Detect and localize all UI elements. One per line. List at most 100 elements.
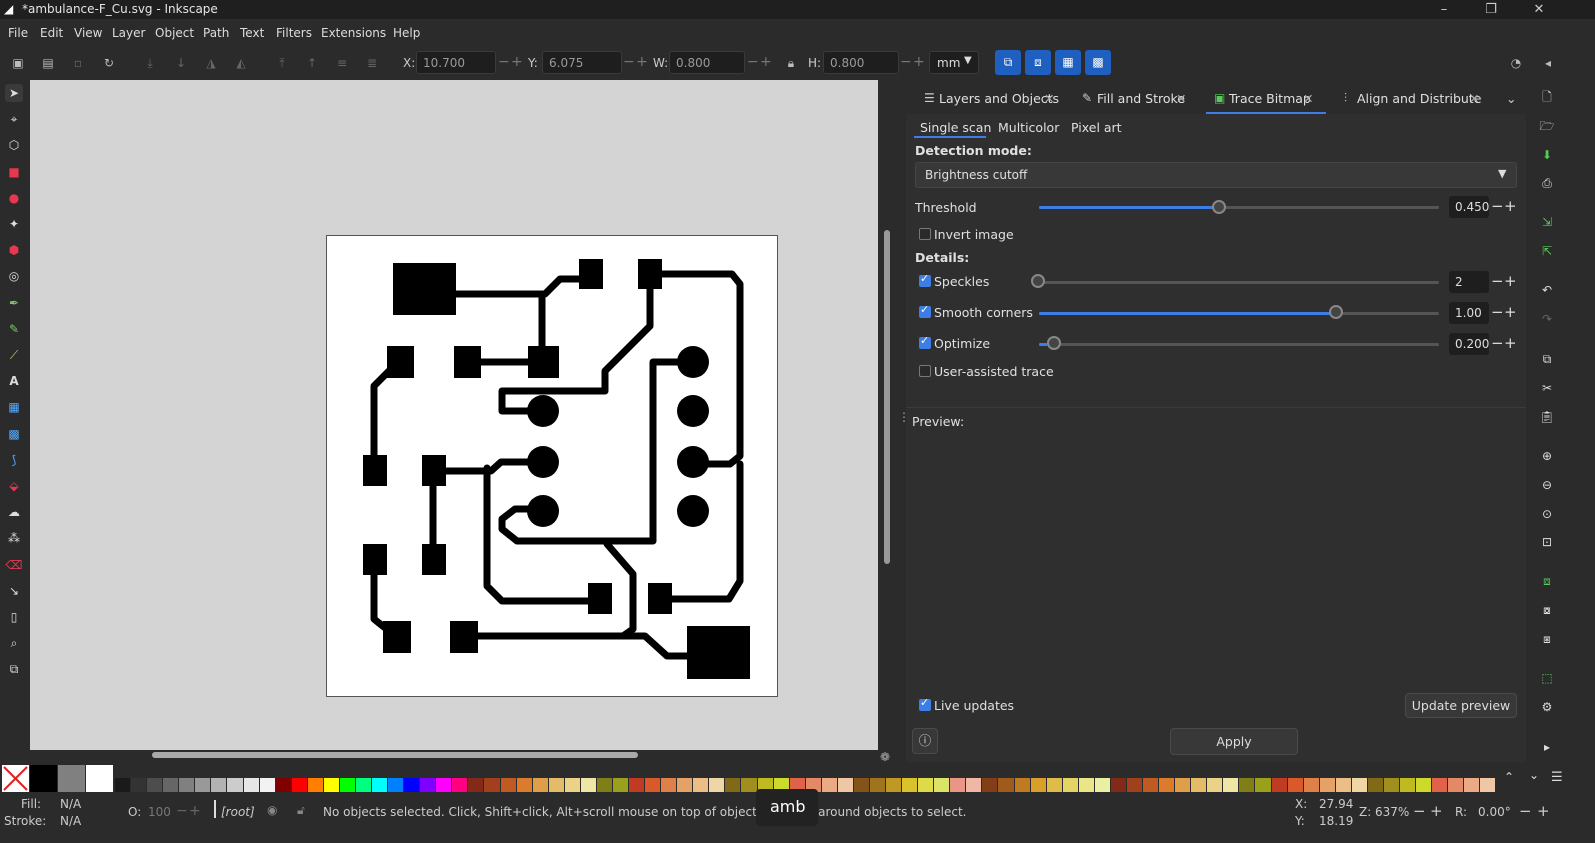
- color-swatch[interactable]: [420, 778, 437, 792]
- update-preview-button[interactable]: Update preview: [1405, 693, 1517, 718]
- threshold-decrement[interactable]: −: [1491, 197, 1504, 215]
- snap-icon[interactable]: ◔: [1508, 55, 1524, 71]
- color-swatch[interactable]: [259, 778, 276, 792]
- rotate-input[interactable]: 0.00°: [1478, 805, 1511, 819]
- color-swatch[interactable]: [564, 778, 581, 792]
- color-swatch[interactable]: [741, 778, 758, 792]
- color-swatch[interactable]: [1335, 778, 1352, 792]
- color-swatch[interactable]: [821, 778, 838, 792]
- color-swatch[interactable]: [147, 778, 164, 792]
- zoom-drawing-icon[interactable]: ⊖: [1538, 476, 1556, 494]
- zoom-width-icon[interactable]: ⊡: [1538, 533, 1556, 551]
- open-document-icon[interactable]: 🗁: [1538, 117, 1556, 135]
- w-decrement[interactable]: −: [747, 54, 759, 70]
- 3d-box-tool-icon[interactable]: ⬢: [5, 241, 23, 259]
- calligraphy-tool-icon[interactable]: ⟋: [5, 346, 23, 364]
- speckles-increment[interactable]: +: [1504, 272, 1517, 290]
- tabs-overflow-chevron-icon[interactable]: ⌄: [1506, 91, 1516, 106]
- color-swatch[interactable]: [1464, 778, 1481, 792]
- gray-swatch[interactable]: [58, 765, 85, 792]
- palette-menu-icon[interactable]: ☰: [1551, 770, 1563, 785]
- color-swatch[interactable]: [1014, 778, 1031, 792]
- smooth-corners-checkbox[interactable]: ✓: [919, 303, 931, 318]
- black-swatch[interactable]: [30, 765, 57, 792]
- opacity-increment[interactable]: +: [189, 803, 201, 819]
- x-input[interactable]: 10.700: [416, 51, 496, 74]
- h-input[interactable]: 0.800: [823, 51, 899, 74]
- more-commands-icon[interactable]: ▸: [1538, 738, 1556, 756]
- opacity-decrement[interactable]: −: [176, 803, 188, 819]
- collapse-toolbar-icon[interactable]: ◂: [1540, 55, 1556, 71]
- speckles-input[interactable]: 2: [1449, 271, 1489, 293]
- paint-bucket-tool-icon[interactable]: ⬙: [5, 477, 23, 495]
- optimize-slider-knob[interactable]: [1047, 336, 1061, 350]
- tab-trace-bitmap[interactable]: Trace Bitmap: [1229, 91, 1311, 106]
- restore-button[interactable]: ❐: [1468, 0, 1514, 19]
- pencil-tool-icon[interactable]: ✎: [5, 320, 23, 338]
- save-icon[interactable]: ⬇: [1538, 146, 1556, 164]
- subtab-single-scan[interactable]: Single scan: [920, 120, 991, 135]
- user-assisted-trace-checkbox[interactable]: [919, 365, 931, 377]
- color-swatch[interactable]: [1143, 778, 1160, 792]
- current-layer[interactable]: [root]: [221, 805, 255, 819]
- zoom-input[interactable]: 637%: [1375, 805, 1409, 819]
- spray-tool-icon[interactable]: ⁂: [5, 529, 23, 547]
- optimize-checkbox[interactable]: ✓: [919, 334, 931, 349]
- raise-icon[interactable]: ↑: [304, 55, 320, 71]
- select-all-icon[interactable]: ▣: [10, 55, 26, 71]
- menu-help[interactable]: Help: [393, 26, 420, 40]
- lower-one-icon[interactable]: ≣: [364, 55, 380, 71]
- eraser-tool-icon[interactable]: ⌫: [5, 556, 23, 574]
- zoom-out-button[interactable]: −: [1413, 802, 1426, 820]
- color-swatch[interactable]: [195, 778, 212, 792]
- color-swatch[interactable]: [516, 778, 533, 792]
- color-swatch[interactable]: [243, 778, 260, 792]
- color-swatch[interactable]: [580, 778, 597, 792]
- color-swatch[interactable]: [1303, 778, 1320, 792]
- horizontal-scrollbar[interactable]: [152, 752, 638, 758]
- color-swatch[interactable]: [677, 778, 694, 792]
- threshold-input[interactable]: 0.450: [1449, 196, 1489, 218]
- color-swatch[interactable]: [629, 778, 646, 792]
- pages-tool-icon[interactable]: ▯: [5, 608, 23, 626]
- color-swatch[interactable]: [1191, 778, 1208, 792]
- y-increment[interactable]: +: [636, 54, 648, 70]
- shape-builder-tool-icon[interactable]: ⬡: [5, 136, 23, 154]
- palette-scroll-down-icon[interactable]: ⌄: [1529, 768, 1539, 782]
- threshold-increment[interactable]: +: [1504, 197, 1517, 215]
- color-swatch[interactable]: [339, 778, 356, 792]
- color-swatch[interactable]: [982, 778, 999, 792]
- color-swatch[interactable]: [1480, 778, 1497, 792]
- optimize-input[interactable]: 0.200: [1449, 333, 1489, 355]
- layer-lock-icon[interactable]: 🔓︎: [297, 803, 305, 818]
- rotate-decrement[interactable]: −: [1519, 802, 1532, 820]
- transform-patterns-button[interactable]: ▩: [1085, 50, 1111, 75]
- color-swatch[interactable]: [1400, 778, 1417, 792]
- raise-one-icon[interactable]: ≡: [334, 55, 350, 71]
- color-swatch[interactable]: [291, 778, 308, 792]
- document-page[interactable]: [326, 235, 778, 697]
- color-swatch[interactable]: [612, 778, 629, 792]
- y-input[interactable]: 6.075: [542, 51, 622, 74]
- color-swatch[interactable]: [725, 778, 742, 792]
- color-swatch[interactable]: [1046, 778, 1063, 792]
- star-tool-icon[interactable]: ✦: [5, 215, 23, 233]
- tweak-tool-icon[interactable]: ☁: [5, 503, 23, 521]
- color-swatch[interactable]: [709, 778, 726, 792]
- color-swatch[interactable]: [853, 778, 870, 792]
- unit-select[interactable]: mm ▼: [929, 51, 979, 74]
- connector-tool-icon[interactable]: ↘: [5, 582, 23, 600]
- subtab-pixel-art[interactable]: Pixel art: [1071, 120, 1122, 135]
- color-swatch[interactable]: [1287, 778, 1304, 792]
- scale-corners-button[interactable]: ⧈: [1025, 50, 1051, 75]
- color-swatch[interactable]: [966, 778, 983, 792]
- scale-stroke-button[interactable]: ⧉: [995, 50, 1021, 75]
- close-tab-icon[interactable]: ✕: [1303, 91, 1313, 106]
- deselect-icon[interactable]: ▫: [70, 55, 86, 71]
- flip-vertical-icon[interactable]: ◭: [233, 55, 249, 71]
- rectangle-tool-icon[interactable]: ■: [5, 163, 23, 181]
- color-swatch[interactable]: [404, 778, 421, 792]
- zoom-tool-icon[interactable]: ⌕: [5, 634, 23, 652]
- lock-ratio-icon[interactable]: 🔒︎: [783, 55, 799, 71]
- color-swatch[interactable]: [918, 778, 935, 792]
